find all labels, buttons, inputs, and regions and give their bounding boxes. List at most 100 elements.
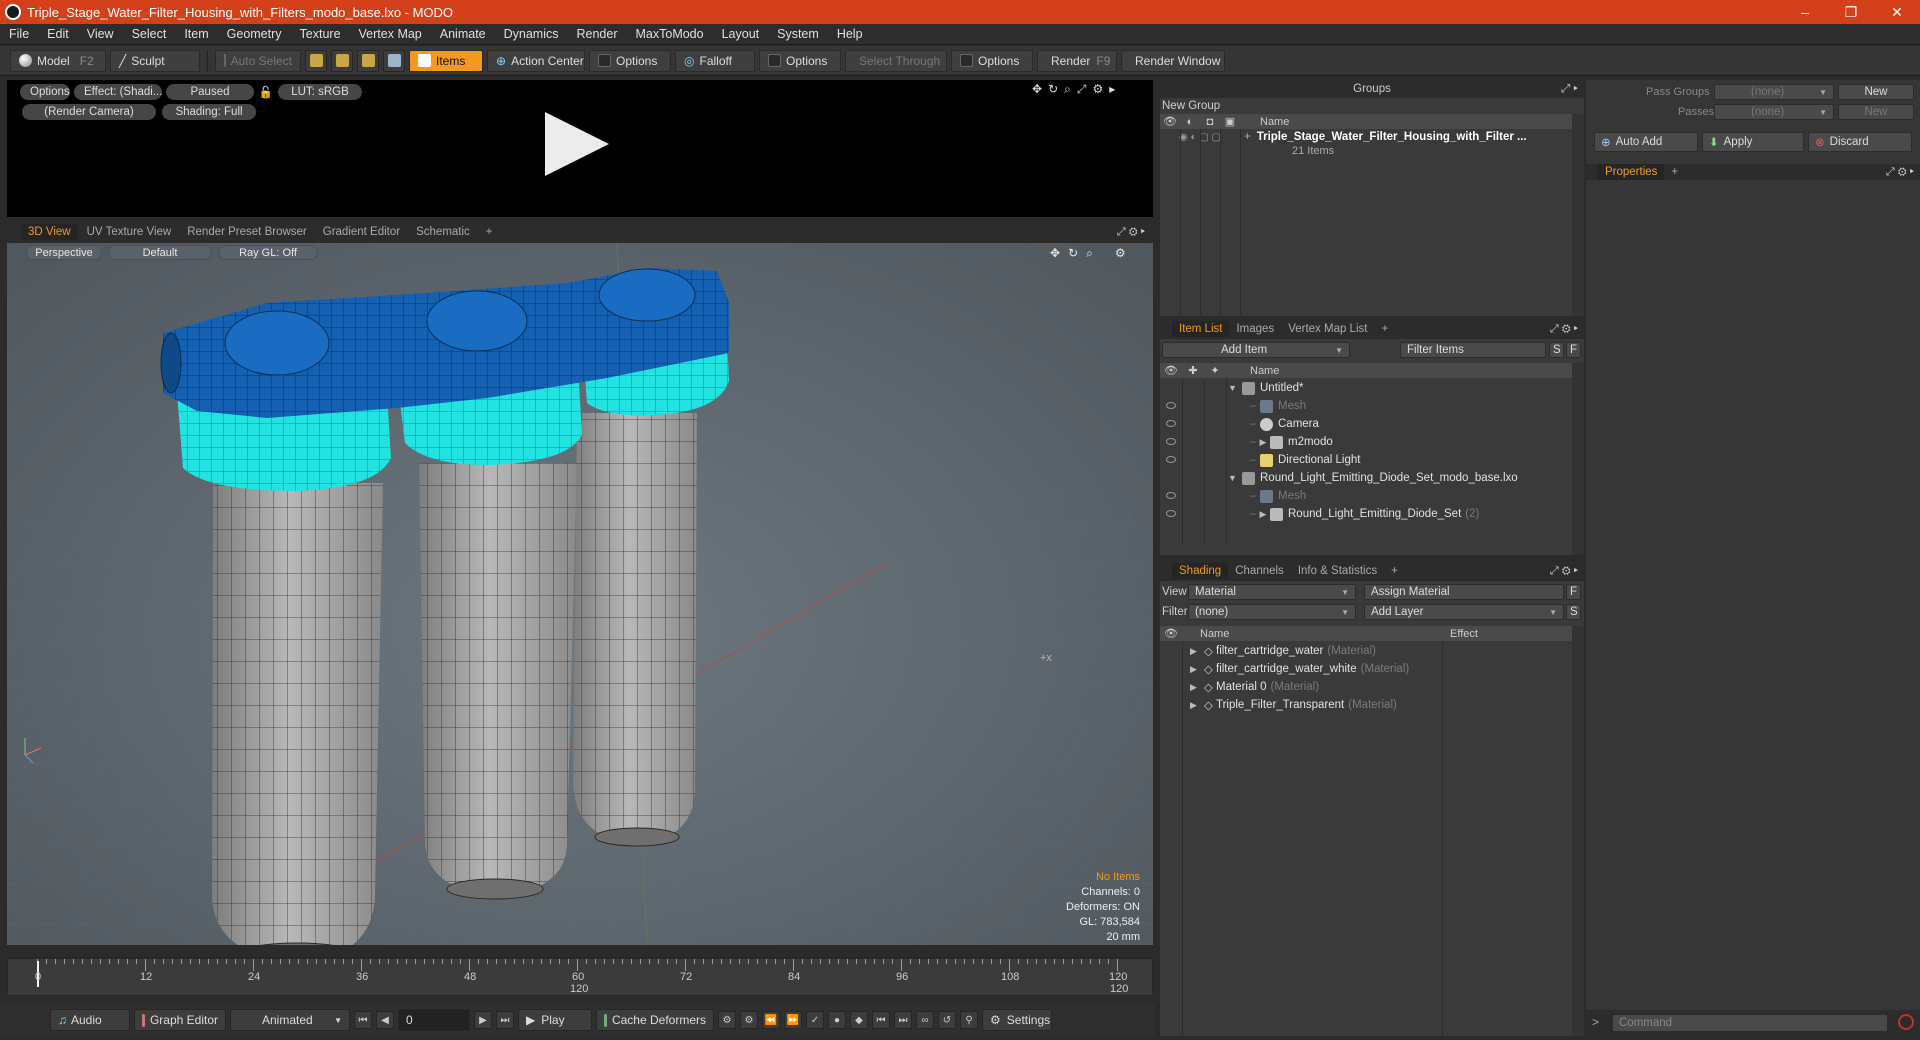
add-layer-dropdown[interactable]: Add Layer ▼ [1364,604,1564,620]
action-center-button[interactable]: ⊕ Action Center [487,49,585,72]
pass-groups-dropdown[interactable]: (none) ▼ [1714,84,1834,100]
expand-icon[interactable]: ▶ [1190,682,1204,693]
arrow-right-icon[interactable]: ▸ [1574,323,1578,335]
material-row[interactable]: ▶ ◇ Material 0 (Material) [1160,678,1572,696]
arrow-right-icon[interactable]: ▸ [1141,226,1145,238]
key-icon[interactable]: ⚙ [740,1011,758,1029]
tab-channels[interactable]: Channels [1228,563,1291,579]
menu-geometry[interactable]: Geometry [218,27,291,41]
auto-key-icon[interactable]: ✓ [806,1011,824,1029]
maximize-icon[interactable]: ⤢ [1117,226,1126,238]
edges-mode-button[interactable] [331,49,353,72]
lut-dropdown[interactable]: LUT: sRGB [278,84,362,100]
cache-deformers-button[interactable]: Cache Deformers [596,1009,714,1031]
shading-scrollbar[interactable] [1572,626,1584,1036]
command-input[interactable]: Command [1612,1014,1888,1032]
auto-add-button[interactable]: ⊕ Auto Add [1594,132,1698,152]
tab-schematic[interactable]: Schematic [409,224,477,240]
menu-maxtomodo[interactable]: MaxToModo [627,27,713,41]
go-to-start-button[interactable]: ⏮ [354,1011,372,1029]
polygons-mode-button[interactable] [357,49,379,72]
add-tab-button[interactable]: + [1664,164,1685,180]
prev-frame-icon[interactable]: ⏪ [762,1011,780,1029]
record-icon[interactable]: ● [828,1011,846,1029]
expand-icon[interactable]: ▶ [1190,664,1204,675]
skip-back-icon[interactable]: ⏮ [872,1011,890,1029]
new-pass-button[interactable]: New [1838,104,1914,120]
rotate-icon[interactable]: ↻ [1068,246,1078,261]
eye-icon[interactable] [1166,454,1176,466]
maximize-icon[interactable]: ⤢ [1550,323,1559,335]
material-row[interactable]: ▶ ◇ Triple_Filter_Transparent (Material) [1160,696,1572,714]
maximize-icon[interactable]: ⤢ [1886,166,1895,178]
apply-button[interactable]: ⬇ Apply [1702,132,1804,152]
select-options-button[interactable]: Options [951,49,1033,72]
menu-file[interactable]: File [0,27,38,41]
expand-icon[interactable]: ▶ [1190,700,1204,711]
filter-icon[interactable]: ⚲ [960,1011,978,1029]
menu-view[interactable]: View [78,27,123,41]
prev-key-button[interactable]: ◀ [376,1011,394,1029]
eye-icon[interactable] [1166,508,1176,520]
add-tab-button[interactable]: + [1374,321,1395,337]
gear-icon[interactable]: ⚙ [1115,246,1126,261]
list-item[interactable]: – ▶ m2modo [1160,433,1572,451]
search-f-button[interactable]: F [1566,342,1581,358]
maximize-icon[interactable]: ⤢ [1550,565,1559,577]
discard-button[interactable]: ⊗ Discard [1808,132,1912,152]
eye-icon[interactable] [1166,436,1176,448]
menu-item[interactable]: Item [175,27,217,41]
go-to-end-button[interactable]: ⏭ [496,1011,514,1029]
list-item[interactable]: ▼ Round_Light_Emitting_Diode_Set_modo_bas… [1160,469,1572,487]
minimize-button[interactable]: – [1782,0,1828,24]
expand-icon[interactable]: ▼ [1228,383,1242,393]
zoom-icon[interactable]: ⌕ [1086,246,1093,261]
falloff-options-button[interactable]: Options [759,49,841,72]
gear-icon[interactable]: ⚙ [1562,565,1571,577]
tab-images[interactable]: Images [1229,321,1281,337]
tab-gradient-editor[interactable]: Gradient Editor [316,224,407,240]
maximize-icon[interactable]: ⤢ [1077,82,1087,97]
group-row[interactable]: ◉ ◐ ▢ ▢ + Triple_Stage_Water_Filter_Hous… [1160,129,1572,145]
add-tab-button[interactable]: + [1384,563,1405,579]
new-pass-group-button[interactable]: New [1838,84,1914,100]
shading-s-button[interactable]: S [1566,604,1581,620]
lock-icon[interactable]: 🔓 [258,84,274,100]
maximize-icon[interactable]: ⤢ ▸ [1561,83,1578,96]
groups-scrollbar[interactable] [1572,114,1584,316]
search-s-button[interactable]: S [1549,342,1564,358]
expand-icon[interactable]: ▶ [1256,509,1270,520]
render-camera-dropdown[interactable]: (Render Camera) [22,104,156,120]
tab-vertex-map-list[interactable]: Vertex Map List [1281,321,1374,337]
settings-button[interactable]: ⚙ Settings [982,1009,1052,1031]
audio-button[interactable]: ♫ Audio [50,1009,130,1031]
animated-dropdown[interactable]: Animated ▼ [230,1009,350,1031]
zoom-icon[interactable]: ⌕ [1064,82,1071,97]
menu-edit[interactable]: Edit [38,27,78,41]
tab-uv-texture-view[interactable]: UV Texture View [80,224,179,240]
tab-shading[interactable]: Shading [1172,563,1229,579]
arrow-right-icon[interactable]: ▸ [1910,166,1914,178]
menu-texture[interactable]: Texture [291,27,350,41]
menu-dynamics[interactable]: Dynamics [495,27,568,41]
eye-icon[interactable] [1166,490,1176,502]
tab-properties[interactable]: Properties [1598,164,1665,180]
materials-mode-button[interactable] [383,49,405,72]
shading-dropdown[interactable]: Shading: Full [162,104,256,120]
material-row[interactable]: ▶ ◇ filter_cartridge_water (Material) [1160,642,1572,660]
3d-viewport[interactable] [7,243,1153,945]
auto-select-button[interactable]: Auto Select [215,49,301,72]
stop-icon[interactable] [1898,1014,1914,1030]
expand-icon[interactable]: ▶ [1190,646,1204,657]
play-preview-icon[interactable] [545,112,609,176]
preview-effect-dropdown[interactable]: Effect: (Shadi... [74,84,162,100]
material-row[interactable]: ▶ ◇ filter_cartridge_water_white (Material) [1160,660,1572,678]
list-item[interactable]: – Mesh [1160,397,1572,415]
render-window-button[interactable]: Render Window [1121,49,1225,72]
action-center-options-button[interactable]: Options [589,49,671,72]
preview-paused-toggle[interactable]: Paused [166,84,254,100]
falloff-button[interactable]: ◎ Falloff [675,49,755,72]
restore-button[interactable]: ❐ [1828,0,1874,24]
tab-render-preset-browser[interactable]: Render Preset Browser [180,224,314,240]
gear-icon[interactable]: ⚙ [1898,166,1907,178]
